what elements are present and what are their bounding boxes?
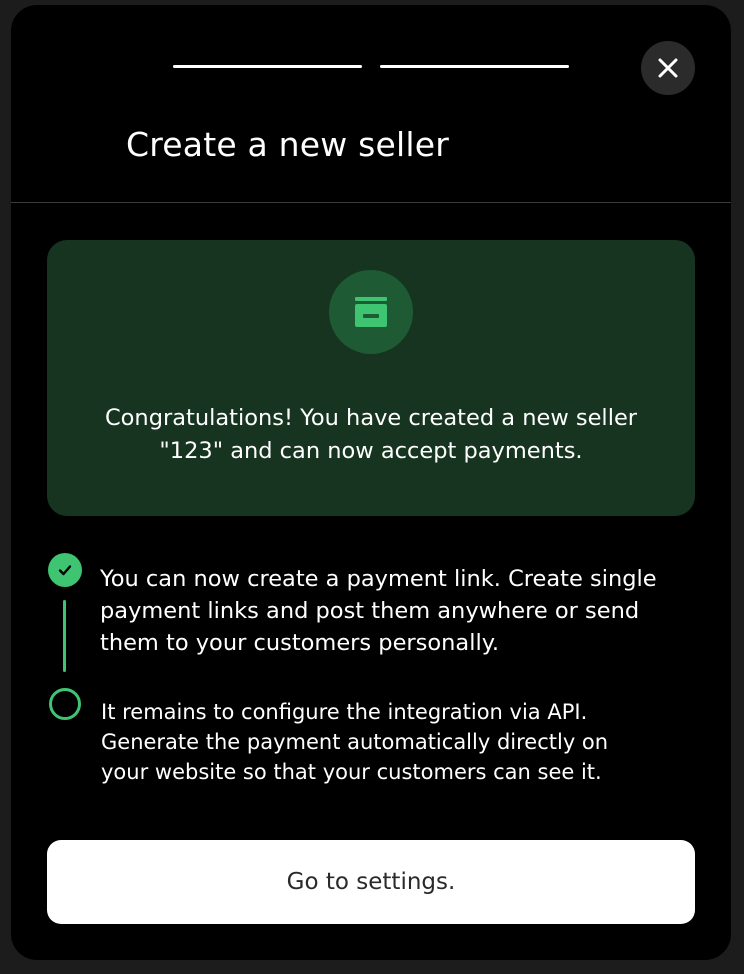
progress-step-2 <box>380 65 569 68</box>
create-seller-modal: Create a new seller Congratulations! You… <box>11 5 731 960</box>
header-divider <box>11 202 731 203</box>
page-title: Create a new seller <box>126 125 450 164</box>
success-card: Congratulations! You have created a new … <box>47 240 695 516</box>
step-2-text: It remains to configure the integration … <box>101 700 609 784</box>
success-message: Congratulations! You have created a new … <box>104 405 638 464</box>
step-completed-badge <box>48 553 82 587</box>
close-icon <box>658 58 678 78</box>
close-button[interactable] <box>641 41 695 95</box>
check-icon <box>58 565 72 576</box>
circle-icon <box>49 688 81 720</box>
go-to-settings-button[interactable]: Go to settings. <box>47 840 695 924</box>
step-1-text: You can now create a payment link. Creat… <box>100 566 657 656</box>
store-icon <box>355 297 387 327</box>
go-to-settings-label: Go to settings. <box>286 869 456 895</box>
step-connector-line <box>63 600 66 672</box>
store-icon-badge <box>329 270 413 354</box>
progress-step-1 <box>173 65 362 68</box>
